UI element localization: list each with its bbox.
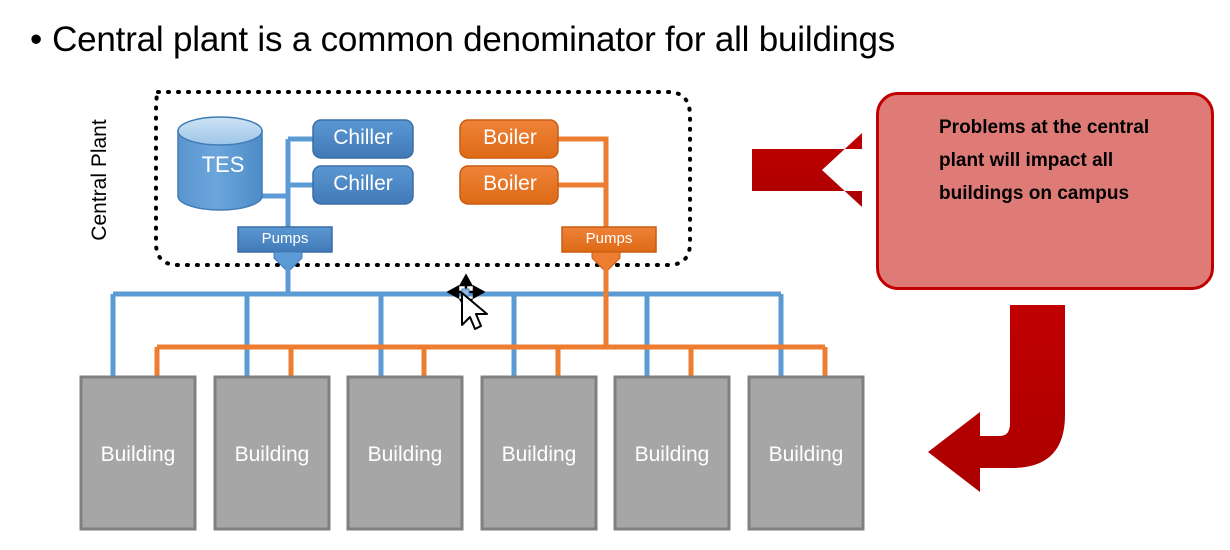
boiler-label-2: Boiler [483, 172, 537, 195]
chilled-water-branches [110, 294, 784, 382]
mouse-cursor [446, 273, 488, 330]
chilled-water-pumps-label: Pumps [261, 230, 309, 247]
hot-water-pumps-label: Pumps [585, 230, 633, 247]
boiler-label-1: Boiler [483, 126, 537, 149]
hot-water-piping [558, 136, 609, 231]
building-label-4: Building [501, 443, 577, 466]
arrow-pointer-icon [461, 292, 488, 330]
central-plant-label: Central Plant [88, 119, 111, 241]
callout-text: Problems at the central plant will impac… [939, 117, 1150, 204]
left-pointing-red-arrow [752, 133, 862, 207]
buildings-row [79, 375, 865, 531]
chiller-label-1: Chiller [333, 126, 393, 149]
chilled-water-piping [262, 136, 315, 231]
bent-down-left-red-arrow [928, 305, 1065, 492]
building-label-6: Building [768, 443, 844, 466]
chiller-label-2: Chiller [333, 172, 393, 195]
callout-box[interactable]: Problems at the central plant will impac… [876, 92, 1214, 290]
building-label-3: Building [367, 443, 443, 466]
building-label-2: Building [234, 443, 310, 466]
building-label-1: Building [100, 443, 176, 466]
building-label-5: Building [634, 443, 710, 466]
tes-label: TES [201, 152, 245, 177]
slide-canvas: • Central plant is a common denominator f… [0, 0, 1230, 550]
